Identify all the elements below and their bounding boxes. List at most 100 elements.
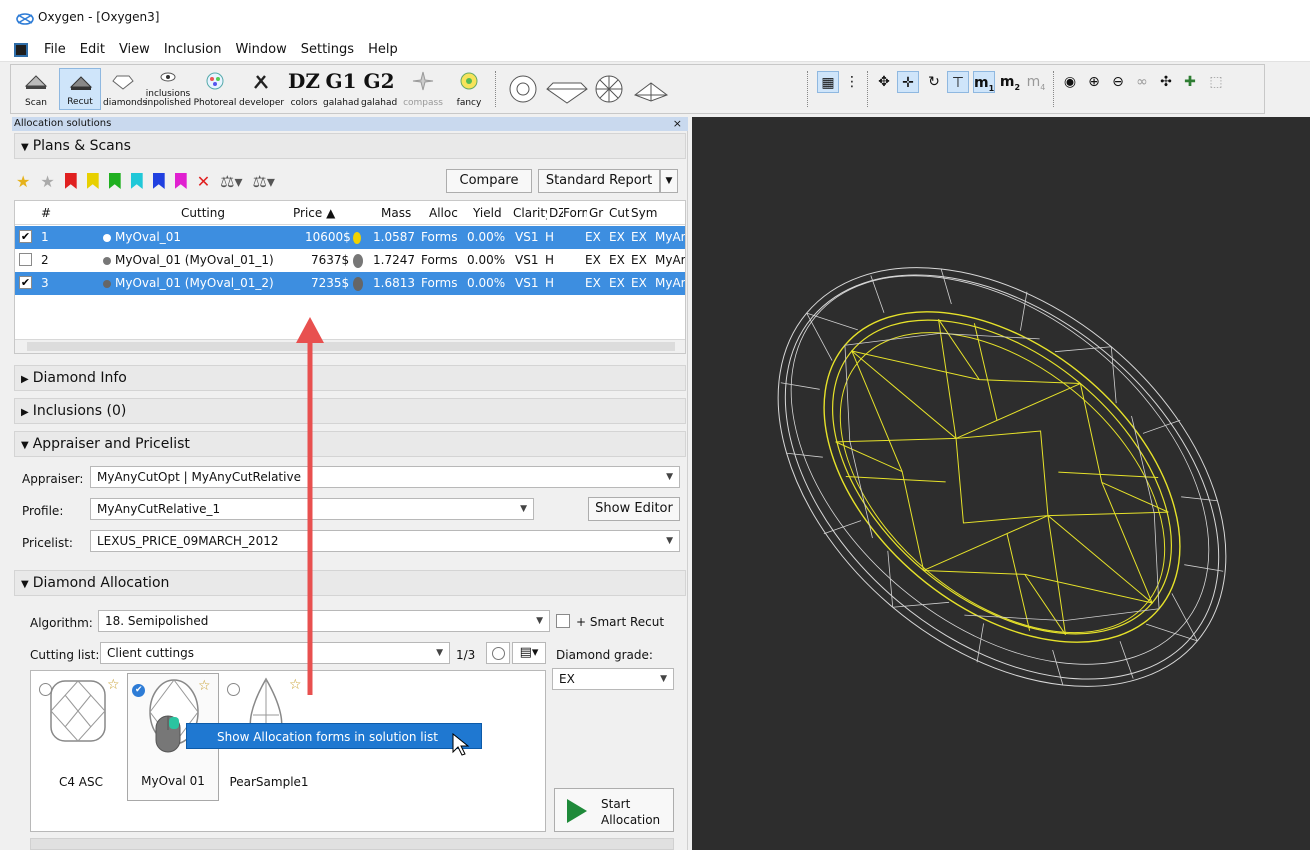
inclusions-button[interactable]: inclusions inpolished: [145, 68, 191, 110]
diamond-allocation-header[interactable]: ▼ Diamond Allocation: [14, 570, 686, 596]
glasses-icon[interactable]: ∞: [1131, 71, 1153, 93]
favorite-star-icon[interactable]: ☆: [198, 678, 211, 694]
dz-colors-button[interactable]: DZ colors: [287, 68, 321, 110]
select-icon[interactable]: ⬚: [1205, 71, 1227, 93]
remove-flag-icon[interactable]: ✕: [197, 172, 210, 191]
col-alloc[interactable]: Alloc: [429, 206, 458, 220]
zoom-out-icon[interactable]: ⊖: [1107, 71, 1129, 93]
diamonds-button[interactable]: diamonds: [103, 68, 147, 110]
diamond-info-header[interactable]: ▶ Diamond Info: [14, 365, 686, 391]
row-extra: MyAr: [655, 253, 686, 267]
appraiser-label: Appraiser:: [22, 472, 84, 486]
g1-galahad-button[interactable]: G1 galahad: [323, 68, 359, 110]
col-price[interactable]: Price ▲: [293, 206, 335, 220]
cyan-flag-icon[interactable]: [130, 173, 143, 189]
context-menu-item[interactable]: Show Allocation forms in solution list: [186, 723, 482, 749]
row-mass: 1.0587: [373, 230, 415, 244]
m2-button[interactable]: m2: [999, 71, 1021, 93]
diamond-views-icon[interactable]: [505, 71, 675, 107]
inclusions-header[interactable]: ▶ Inclusions (0): [14, 398, 686, 424]
scrollbar-thumb[interactable]: [27, 342, 675, 351]
col-dz[interactable]: DZ: [549, 206, 563, 220]
green-flag-icon[interactable]: [108, 173, 121, 189]
grey-star-icon[interactable]: ★: [40, 172, 54, 191]
main-toolbar: Scan Recut diamonds inclusions inpolishe…: [10, 64, 1265, 114]
blue-flag-icon[interactable]: [152, 173, 165, 189]
col-mass[interactable]: Mass: [381, 206, 411, 220]
grid-view-icon[interactable]: ▦: [817, 71, 839, 93]
gold-star-icon[interactable]: ★: [16, 172, 30, 191]
clear-selection-button[interactable]: [486, 642, 510, 664]
smart-recut-checkbox[interactable]: [556, 614, 570, 628]
yellow-flag-icon[interactable]: [86, 173, 99, 189]
rotate-icon[interactable]: ↻: [923, 71, 945, 93]
standard-report-button[interactable]: Standard Report: [538, 169, 660, 193]
cutting-list-select[interactable]: Client cuttings ▼: [100, 642, 450, 664]
start-allocation-button[interactable]: Start Allocation: [554, 788, 674, 832]
magenta-flag-icon[interactable]: [174, 173, 187, 189]
column-view-icon[interactable]: ⋮: [841, 71, 863, 93]
pan-icon[interactable]: ✛: [897, 71, 919, 93]
favorite-star-icon[interactable]: ☆: [107, 677, 120, 693]
col-form[interactable]: Form: [563, 206, 587, 220]
menu-file[interactable]: File: [44, 42, 66, 57]
m4-button[interactable]: m4: [1025, 71, 1047, 93]
photoreal-icon: [206, 72, 224, 90]
menu-settings[interactable]: Settings: [301, 42, 354, 57]
oval-shape-icon: [353, 253, 367, 268]
show-editor-button[interactable]: Show Editor: [588, 497, 680, 521]
col-gr[interactable]: Gr: [589, 206, 607, 220]
list-options-button[interactable]: ▤▾: [512, 642, 546, 664]
col-cut[interactable]: Cut: [609, 206, 629, 220]
pin-icon[interactable]: ⊤: [947, 71, 969, 93]
eye-icon[interactable]: ◉: [1059, 71, 1081, 93]
col-sym[interactable]: Sym: [631, 206, 657, 220]
appraiser-header[interactable]: ▼ Appraiser and Pricelist: [14, 431, 686, 457]
scan-button[interactable]: Scan: [15, 68, 57, 110]
menu-help[interactable]: Help: [368, 42, 398, 57]
table-row[interactable]: ✔ 3 MyOval_01 (MyOval_01_2) 7235$ 1.6813…: [15, 272, 685, 295]
3d-viewport[interactable]: [692, 117, 1310, 850]
g2-galahad-button[interactable]: G2 galahad: [361, 68, 397, 110]
appraiser-select[interactable]: MyAnyCutOpt | MyAnyCutRelative ▼: [90, 466, 680, 488]
menu-inclusion[interactable]: Inclusion: [164, 42, 222, 57]
photoreal-button[interactable]: Photoreal: [193, 68, 237, 110]
arrows-icon[interactable]: ✣: [1155, 71, 1177, 93]
compass-icon: [412, 71, 434, 91]
plans-scans-header[interactable]: ▼ Plans & Scans: [14, 133, 686, 159]
table-row[interactable]: 2 MyOval_01 (MyOval_01_1) 7637$ 1.7247 F…: [15, 249, 686, 272]
move-icon[interactable]: ✥: [873, 71, 895, 93]
scale-down-icon[interactable]: ⚖▾: [252, 172, 274, 191]
col-num[interactable]: #: [41, 206, 51, 220]
compass-button[interactable]: compass: [401, 68, 445, 110]
diamond-grade-select[interactable]: EX ▼: [552, 668, 674, 690]
horizontal-scrollbar[interactable]: [15, 339, 685, 353]
scale-up-icon[interactable]: ⚖▾: [220, 172, 242, 191]
cutting-radio[interactable]: [227, 683, 240, 696]
fancy-button[interactable]: fancy: [449, 68, 489, 110]
zoom-in-icon[interactable]: ⊕: [1083, 71, 1105, 93]
col-clarity[interactable]: Clarity: [513, 206, 547, 220]
m1-button[interactable]: m1: [973, 71, 995, 93]
table-row[interactable]: ✔ 1 MyOval_01 10600$ 1.0587 Forms 0.00% …: [15, 226, 685, 249]
menu-window[interactable]: Window: [235, 42, 286, 57]
row-checkbox[interactable]: ✔: [19, 230, 32, 243]
menu-view[interactable]: View: [119, 42, 150, 57]
col-yield[interactable]: Yield: [473, 206, 502, 220]
system-menu-icon[interactable]: [14, 43, 28, 57]
col-cutting[interactable]: Cutting: [181, 206, 225, 220]
developer-button[interactable]: developer: [239, 68, 284, 110]
plus-marker-icon[interactable]: ✚: [1179, 71, 1201, 93]
compare-button[interactable]: Compare: [446, 169, 532, 193]
recut-button[interactable]: Recut: [59, 68, 101, 110]
pricelist-select[interactable]: LEXUS_PRICE_09MARCH_2012 ▼: [90, 530, 680, 552]
toolbar-separator: [867, 71, 868, 107]
row-checkbox[interactable]: [19, 253, 32, 266]
recut-label: Recut: [67, 97, 93, 107]
report-dropdown-icon[interactable]: ▼: [660, 169, 678, 193]
menu-edit[interactable]: Edit: [80, 42, 105, 57]
red-flag-icon[interactable]: [64, 173, 77, 189]
cutting-card[interactable]: ☆ C4 ASC: [35, 673, 127, 801]
panel-close-button[interactable]: ×: [673, 117, 682, 131]
row-checkbox[interactable]: ✔: [19, 276, 32, 289]
